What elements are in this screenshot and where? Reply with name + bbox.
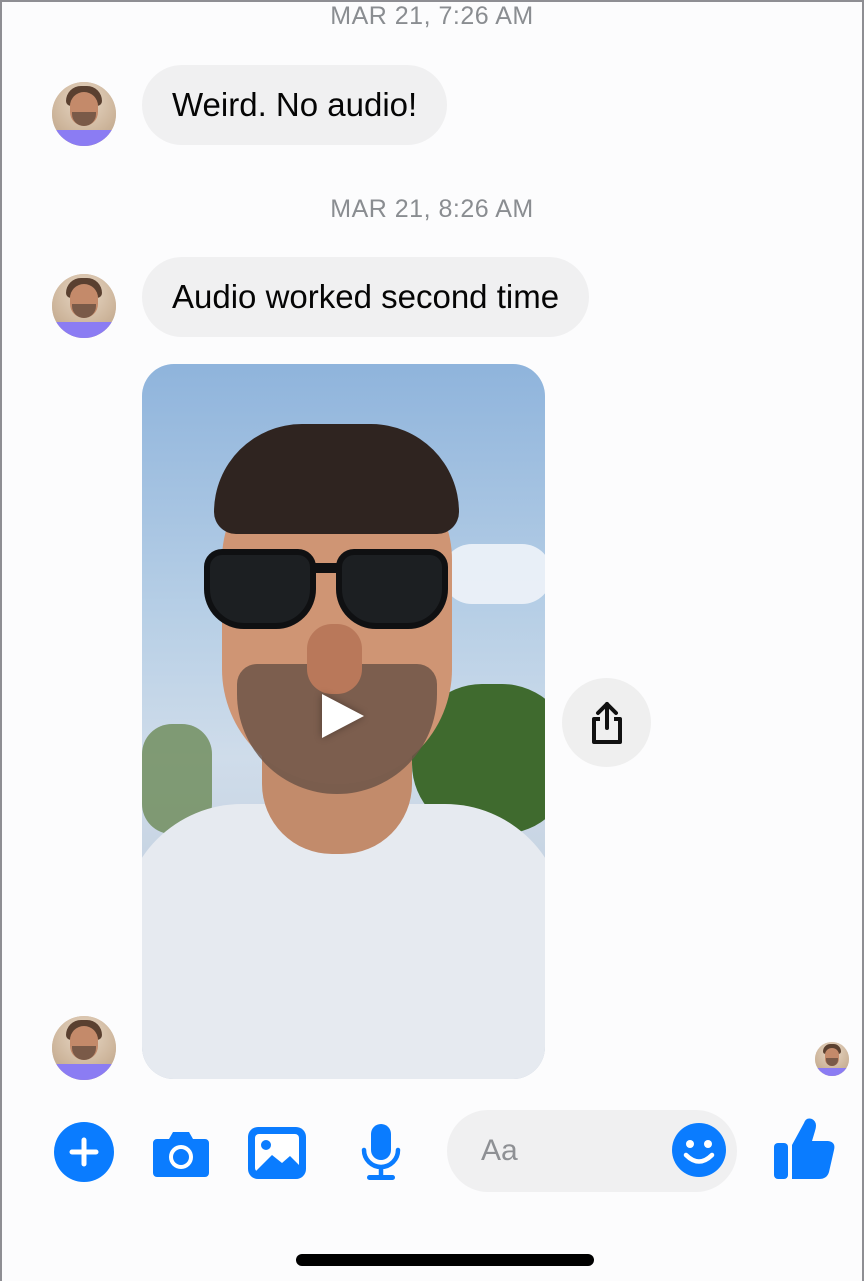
contact-avatar[interactable]	[52, 82, 116, 146]
thumbs-up-icon	[774, 1118, 835, 1179]
home-indicator	[296, 1254, 594, 1266]
play-icon[interactable]	[322, 694, 364, 738]
emoji-button[interactable]	[669, 1120, 729, 1180]
timestamp: MAR 21, 7:26 AM	[330, 2, 534, 30]
message-bubble[interactable]: Audio worked second time	[142, 257, 590, 337]
read-receipt-avatar	[815, 1042, 849, 1076]
plus-icon	[69, 1137, 99, 1167]
timestamp: MAR 21, 8:26 AM	[330, 195, 534, 223]
message-input[interactable]	[481, 1134, 671, 1168]
share-button[interactable]	[562, 678, 651, 767]
image-icon	[248, 1127, 306, 1179]
more-actions-button[interactable]	[54, 1122, 114, 1182]
like-button[interactable]	[770, 1115, 838, 1183]
emoji-icon	[672, 1123, 726, 1177]
message-text: Weird. No audio!	[172, 86, 418, 123]
video-message[interactable]	[142, 364, 545, 1079]
message-composer[interactable]	[447, 1110, 737, 1192]
voice-message-button[interactable]	[350, 1122, 412, 1184]
camera-button[interactable]	[150, 1122, 212, 1184]
share-icon	[591, 701, 622, 744]
contact-avatar[interactable]	[52, 274, 116, 338]
gallery-button[interactable]	[246, 1122, 308, 1184]
message-text: Audio worked second time	[172, 278, 560, 315]
message-bubble[interactable]: Weird. No audio!	[142, 65, 448, 145]
camera-icon	[153, 1132, 209, 1177]
contact-avatar[interactable]	[52, 1016, 116, 1080]
microphone-icon	[361, 1124, 401, 1180]
